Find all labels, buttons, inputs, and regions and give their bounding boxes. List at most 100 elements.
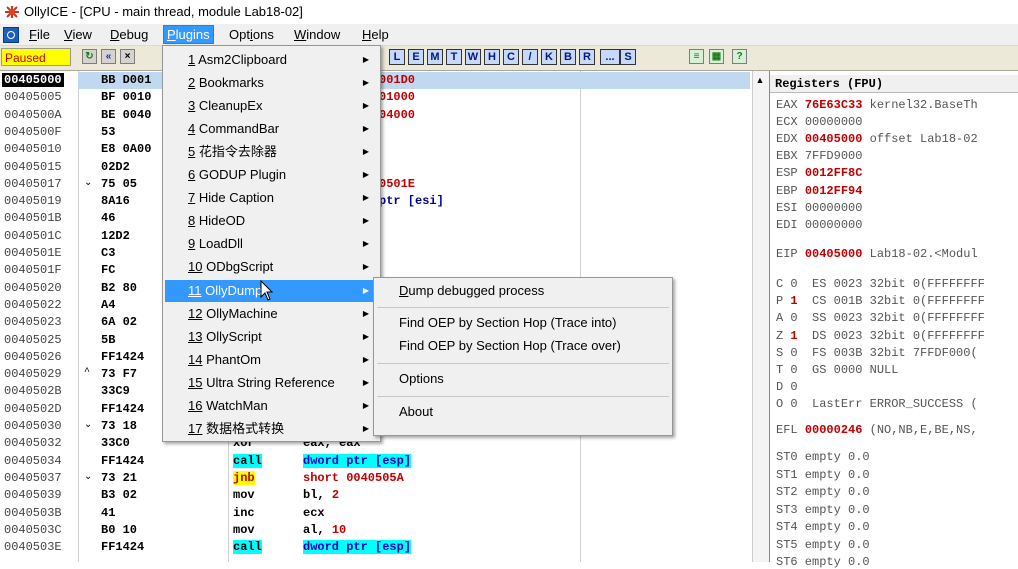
plugin-item-17[interactable]: 17 数据格式转换 ▶	[165, 418, 377, 440]
window-button-l[interactable]: L	[389, 49, 405, 65]
disasm-scrollbar[interactable]	[752, 71, 769, 562]
disasm-row[interactable]: 00405015 02D2	[0, 159, 768, 176]
grid-icon[interactable]: ▦	[709, 49, 724, 64]
menu-view[interactable]: View	[61, 26, 95, 43]
plugin-item-commandbar[interactable]: 4 CommandBar ▶	[165, 118, 377, 140]
plugin-item-ultra-string-reference[interactable]: 15 Ultra String Reference ▶	[165, 372, 377, 394]
register-line[interactable]: EDX 00405000 offset Lab18-02	[776, 132, 978, 146]
window-button-m[interactable]: M	[427, 49, 443, 65]
disasm-row[interactable]: 0040503E FF1424 call dword ptr [esp]	[0, 539, 768, 556]
disasm-row[interactable]: 00405032 33C0 xor eax, eax	[0, 435, 768, 452]
window-button-dots[interactable]: ...	[600, 49, 620, 65]
register-line-eip[interactable]: EIP 00405000 Lab18-02.<Modul	[776, 247, 978, 261]
plugin-item-loaddll[interactable]: 9 LoadDll ▶	[165, 233, 377, 255]
disasm-row[interactable]: 00405017 ⌄ 75 05 0501E	[0, 176, 768, 193]
plugin-item-asm2clipboard[interactable]: 1 Asm2Clipboard ▶	[165, 49, 377, 71]
plugin-item-watchman[interactable]: 16 WatchMan ▶	[165, 395, 377, 417]
disasm-row[interactable]: 0040500A BE 0040 04000	[0, 107, 768, 124]
window-button-k[interactable]: K	[541, 49, 557, 65]
disasm-row[interactable]: 00405019 8A16 ptr [esi]	[0, 193, 768, 210]
plugin-item-hide-caption[interactable]: 7 Hide Caption ▶	[165, 187, 377, 209]
close-icon[interactable]: ×	[120, 49, 135, 64]
menu-plugins[interactable]: Plugins	[163, 25, 214, 44]
window-button-h[interactable]: H	[484, 49, 500, 65]
disasm-row[interactable]: 0040501B 46	[0, 210, 768, 227]
menu-debug[interactable]: Debug	[107, 26, 151, 43]
fpu-line[interactable]: ST3 empty 0.0	[776, 503, 870, 517]
plugin-item-5[interactable]: 5 花指令去除器 ▶	[165, 141, 377, 163]
registers-pane[interactable]: Registers (FPU) EAX 76E63C33 kernel32.Ba…	[769, 71, 1018, 569]
list-icon[interactable]: ≡	[689, 49, 704, 64]
cpu-window-icon[interactable]	[3, 27, 19, 43]
register-line[interactable]: EBP 0012FF94	[776, 184, 870, 198]
window-button-b[interactable]: B	[560, 49, 576, 65]
fpu-line[interactable]: ST5 empty 0.0	[776, 538, 870, 552]
window-button-e[interactable]: E	[408, 49, 424, 65]
disasm-row[interactable]: 00405005 BF 0010 01000	[0, 89, 768, 106]
register-line[interactable]: ESP 0012FF8C	[776, 166, 870, 180]
plugin-item-ollymachine[interactable]: 12 OllyMachine ▶	[165, 303, 377, 325]
disasm-row[interactable]: 0040501C 12D2	[0, 228, 768, 245]
flag-line[interactable]: Z 1 DS 0023 32bit 0(FFFFFFFF	[776, 329, 985, 343]
plugin-item-ollyscript[interactable]: 13 OllyScript ▶	[165, 326, 377, 348]
flag-line[interactable]: S 0 FS 003B 32bit 7FFDF000(	[776, 346, 978, 360]
window-button-slash[interactable]: /	[522, 49, 538, 65]
window-button-s[interactable]: S	[620, 49, 636, 65]
plugin-item-phantom[interactable]: 14 PhantOm ▶	[165, 349, 377, 371]
window-button-r[interactable]: R	[579, 49, 595, 65]
disasm-row[interactable]: 00405037 ⌄ 73 21 jnb short 0040505A	[0, 470, 768, 487]
restart-icon[interactable]: «	[101, 49, 116, 64]
disasm-row[interactable]: 0040503B 41 inc ecx	[0, 505, 768, 522]
plugin-item-odbgscript[interactable]: 10 ODbgScript ▶	[165, 256, 377, 278]
options-item[interactable]: Options	[399, 369, 444, 389]
disasm-row[interactable]: 00405000 BB D001 001D0	[0, 72, 768, 89]
menu-help[interactable]: Help	[359, 26, 392, 43]
register-line[interactable]: ECX 00000000	[776, 115, 870, 129]
fpu-line[interactable]: ST6 empty 0.0	[776, 555, 870, 569]
register-line-efl[interactable]: EFL 00000246 (NO,NB,E,BE,NS,	[776, 423, 978, 437]
flag-line[interactable]: O 0 LastErr ERROR_SUCCESS (	[776, 397, 978, 411]
disasm-immediate: 10	[331, 522, 347, 537]
disasm-mnemonic: mov	[233, 522, 255, 537]
fpu-line[interactable]: ST4 empty 0.0	[776, 520, 870, 534]
flag-line[interactable]: C 0 ES 0023 32bit 0(FFFFFFFF	[776, 277, 985, 291]
register-line[interactable]: EBX 7FFD9000	[776, 149, 870, 163]
register-line[interactable]: EDI 00000000	[776, 218, 870, 232]
fpu-register: ST6 empty 0.0	[776, 555, 870, 569]
fpu-line[interactable]: ST0 empty 0.0	[776, 450, 870, 464]
plugin-item-bookmarks[interactable]: 2 Bookmarks ▶	[165, 72, 377, 94]
scroll-up-icon[interactable]: ▲	[752, 75, 768, 91]
disasm-row[interactable]: 0040503C B0 10 mov al, 10	[0, 522, 768, 539]
registers-header[interactable]: Registers (FPU)	[770, 75, 1018, 93]
flag-line[interactable]: T 0 GS 0000 NULL	[776, 363, 898, 377]
find-oep-trace-into-item[interactable]: Find OEP by Section Hop (Trace into)	[399, 313, 616, 333]
fpu-line[interactable]: ST2 empty 0.0	[776, 485, 870, 499]
disasm-row[interactable]: 00405010 E8 0A00	[0, 141, 768, 158]
flag-line[interactable]: D 0	[776, 380, 812, 394]
flag-line[interactable]: A 0 SS 0023 32bit 0(FFFFFFFF	[776, 311, 985, 325]
flag-line[interactable]: P 1 CS 001B 32bit 0(FFFFFFFF	[776, 294, 985, 308]
menu-file[interactable]: File	[26, 26, 53, 43]
disasm-row[interactable]: 00405034 FF1424 call dword ptr [esp]	[0, 453, 768, 470]
about-item[interactable]: About	[399, 402, 433, 422]
help-icon[interactable]: ?	[732, 49, 747, 64]
register-line[interactable]: EAX 76E63C33 kernel32.BaseTh	[776, 98, 978, 112]
window-button-t[interactable]: T	[446, 49, 462, 65]
window-button-c[interactable]: C	[503, 49, 519, 65]
menu-window[interactable]: Window	[291, 26, 343, 43]
find-oep-trace-over-item[interactable]: Find OEP by Section Hop (Trace over)	[399, 336, 621, 356]
register-line[interactable]: ESI 00000000	[776, 201, 870, 215]
plugin-item-cleanupex[interactable]: 3 CleanupEx ▶	[165, 95, 377, 117]
menu-options[interactable]: Options	[226, 26, 277, 43]
open-icon[interactable]: ↻	[82, 49, 97, 64]
disasm-row[interactable]: 0040501E C3	[0, 245, 768, 262]
disasm-row[interactable]: 0040500F 53	[0, 124, 768, 141]
plugin-item-hideod[interactable]: 8 HideOD ▶	[165, 210, 377, 232]
plugin-item-number: 6	[188, 167, 196, 183]
window-button-w[interactable]: W	[465, 49, 481, 65]
plugin-item-godup-plugin[interactable]: 6 GODUP Plugin ▶	[165, 164, 377, 186]
fpu-line[interactable]: ST1 empty 0.0	[776, 468, 870, 482]
disasm-row[interactable]: 00405039 B3 02 mov bl, 2	[0, 487, 768, 504]
dump-process-item[interactable]: Dump debugged process	[399, 281, 544, 301]
